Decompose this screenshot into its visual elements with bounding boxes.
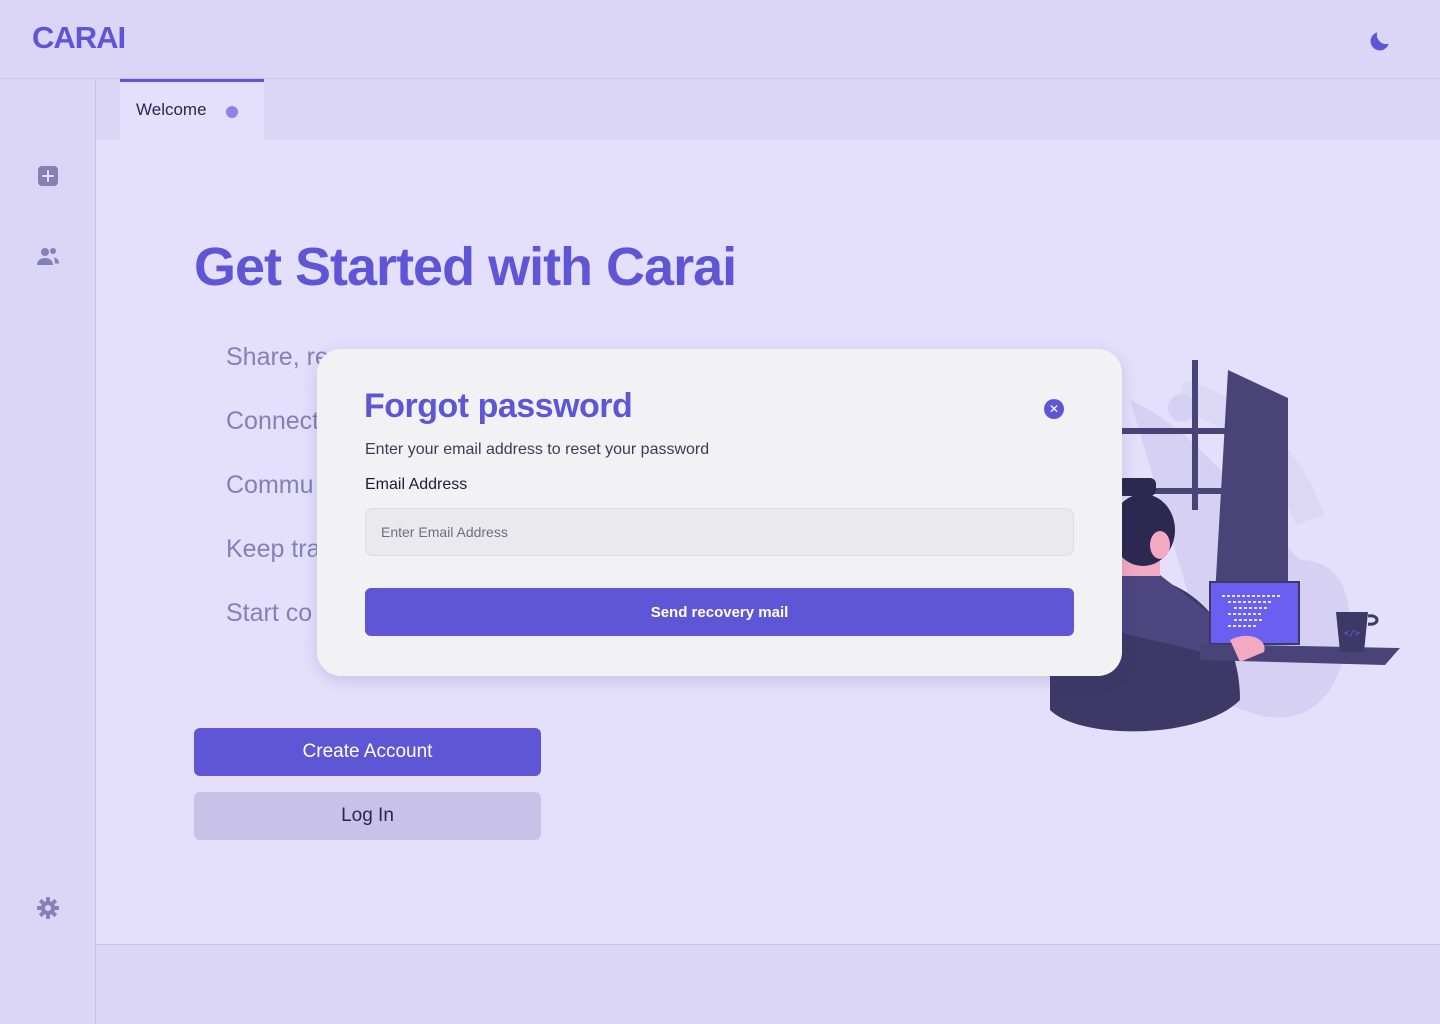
footer xyxy=(96,944,1440,1024)
plus-square-icon[interactable] xyxy=(36,164,60,188)
log-in-button[interactable]: Log In xyxy=(194,792,541,840)
app-logo[interactable]: CARAI xyxy=(32,20,126,56)
forgot-password-modal: Forgot password ✕ Enter your email addre… xyxy=(317,349,1122,676)
send-recovery-mail-button[interactable]: Send recovery mail xyxy=(365,588,1074,636)
users-icon[interactable] xyxy=(36,244,60,268)
sidebar xyxy=(0,79,96,1024)
create-account-button[interactable]: Create Account xyxy=(194,728,541,776)
feature-item: Share, re xyxy=(226,343,329,371)
close-icon[interactable]: ✕ xyxy=(1044,399,1064,419)
top-bar: CARAI xyxy=(0,0,1440,79)
modal-title: Forgot password xyxy=(364,387,633,425)
gear-icon[interactable] xyxy=(36,896,60,920)
moon-icon[interactable] xyxy=(1367,28,1393,54)
feature-item: Commu xyxy=(226,471,314,499)
svg-text:</>: </> xyxy=(1344,629,1361,639)
tab-label: Welcome xyxy=(136,100,207,119)
tab-welcome[interactable]: Welcome xyxy=(120,79,264,140)
feature-item: Connect xyxy=(226,407,320,435)
unsaved-dot-icon xyxy=(226,106,238,118)
feature-item: Keep tra xyxy=(226,535,321,563)
tab-bar: Welcome xyxy=(96,79,1440,140)
email-label: Email Address xyxy=(365,476,468,493)
hero-title: Get Started with Carai xyxy=(194,237,737,297)
modal-subtitle: Enter your email address to reset your p… xyxy=(365,441,710,458)
feature-item: Start co xyxy=(226,599,313,627)
email-field[interactable] xyxy=(365,508,1074,556)
